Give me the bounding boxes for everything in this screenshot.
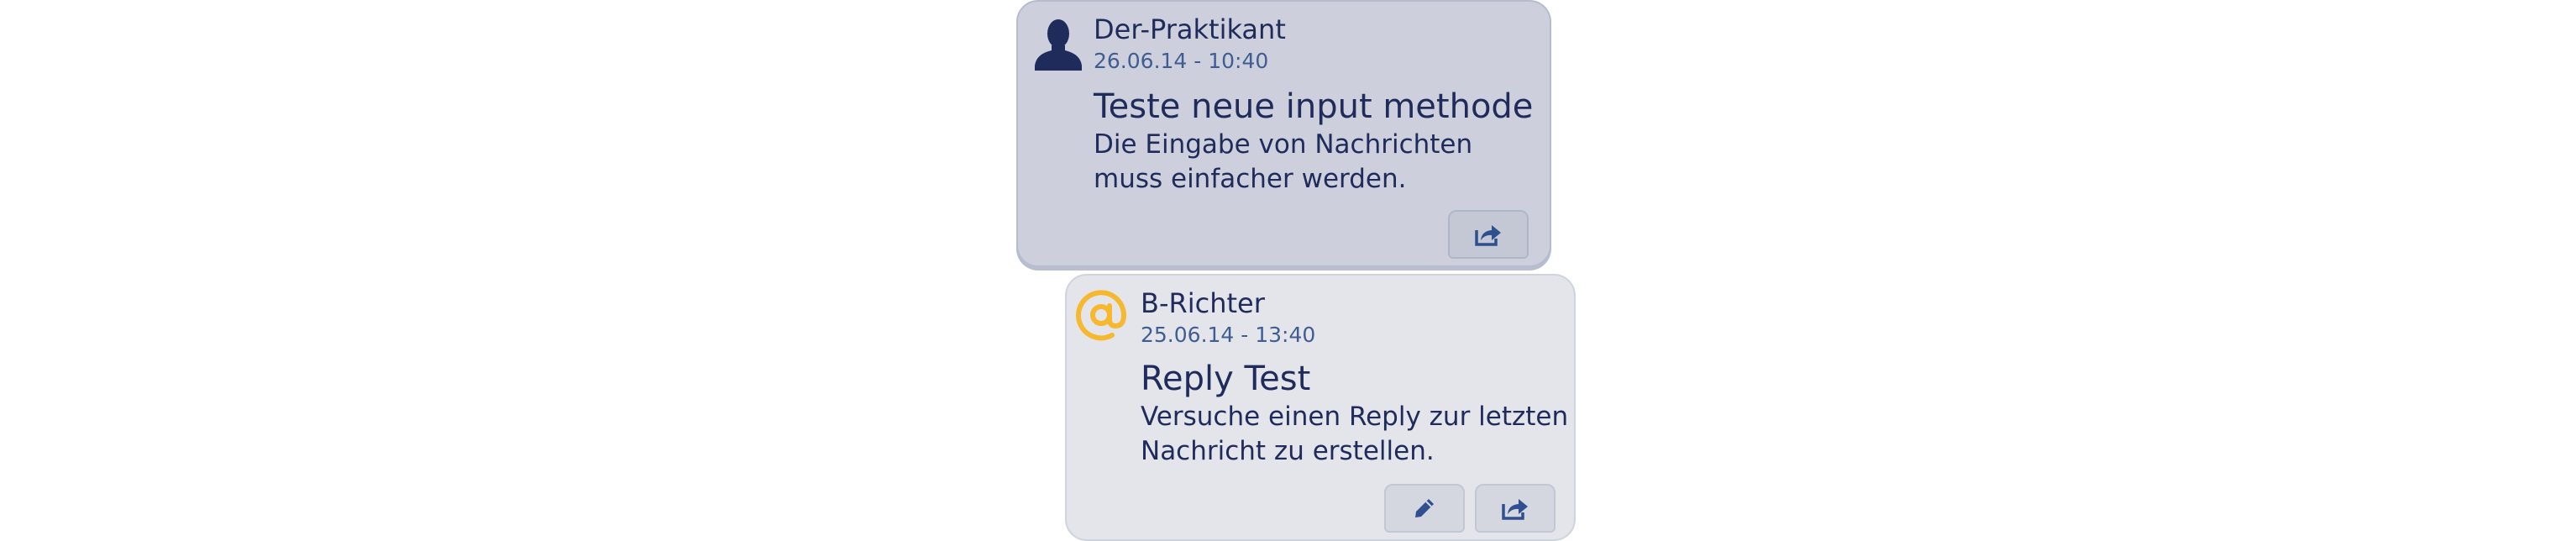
message-timestamp: 25.06.14 - 13:40 (1141, 323, 1316, 347)
at-sign-icon (1073, 287, 1129, 343)
message-timestamp: 26.06.14 - 10:40 (1094, 49, 1269, 73)
edit-pencil-icon (1412, 496, 1437, 521)
message-card: B-Richter 25.06.14 - 13:40 Reply Test Ve… (1065, 274, 1576, 541)
edit-button[interactable] (1384, 484, 1465, 533)
share-icon (1473, 222, 1503, 247)
share-button[interactable] (1448, 210, 1529, 259)
user-silhouette-icon (1033, 17, 1083, 71)
share-icon (1500, 496, 1530, 521)
message-title: Teste neue input methode (1094, 87, 1534, 126)
author-name: Der-Praktikant (1094, 13, 1286, 45)
author-name: B-Richter (1141, 287, 1265, 319)
message-card: Der-Praktikant 26.06.14 - 10:40 Teste ne… (1016, 0, 1551, 267)
message-title: Reply Test (1141, 360, 1311, 398)
share-button[interactable] (1475, 484, 1556, 533)
message-body: Versuche einen Reply zur letzten Nachric… (1141, 402, 1569, 466)
message-body: Die Eingabe von Nachrichten muss einfach… (1094, 129, 1473, 194)
